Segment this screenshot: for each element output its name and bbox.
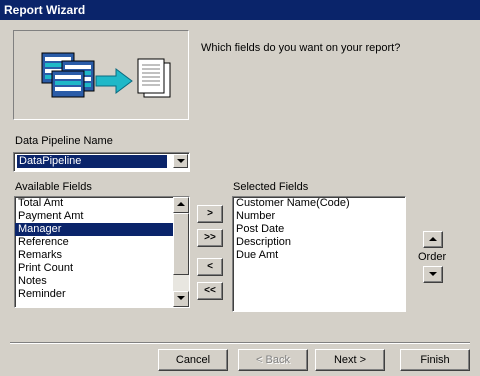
list-item[interactable]: Payment Amt xyxy=(15,210,189,223)
remove-field-button[interactable]: < xyxy=(197,258,223,276)
add-field-button[interactable]: > xyxy=(197,205,223,223)
remove-all-fields-button[interactable]: << xyxy=(197,282,223,300)
wizard-question: Which fields do you want on your report? xyxy=(201,42,401,54)
title-bar: Report Wizard xyxy=(0,0,480,20)
list-item-selected[interactable]: Manager xyxy=(15,223,189,236)
list-item[interactable]: Print Count xyxy=(15,262,189,275)
list-item[interactable]: Post Date xyxy=(233,223,405,236)
scroll-thumb[interactable] xyxy=(173,213,189,275)
scroll-up-icon xyxy=(177,202,185,206)
selected-fields-list[interactable]: Customer Name(Code) Number Post Date Des… xyxy=(232,196,406,312)
list-item[interactable]: Reference xyxy=(15,236,189,249)
arrow-up-icon xyxy=(429,237,437,241)
list-item[interactable]: Number xyxy=(233,210,405,223)
wizard-illustration xyxy=(13,30,189,120)
pipeline-dropdown-button[interactable] xyxy=(173,154,188,168)
scroll-up-button[interactable] xyxy=(173,197,189,213)
list-item[interactable]: Customer Name(Code) xyxy=(233,197,405,210)
list-item[interactable]: Description xyxy=(233,236,405,249)
list-item[interactable]: Remarks xyxy=(15,249,189,262)
data-to-report-icon xyxy=(41,52,171,98)
pipeline-label: Data Pipeline Name xyxy=(15,135,113,147)
finish-button[interactable]: Finish xyxy=(400,349,470,371)
list-item[interactable]: Reminder xyxy=(15,288,189,301)
available-fields-label: Available Fields xyxy=(15,181,92,193)
arrow-down-icon xyxy=(429,272,437,276)
add-all-fields-button[interactable]: >> xyxy=(197,229,223,247)
selected-fields-label: Selected Fields xyxy=(233,181,309,193)
order-label: Order xyxy=(418,251,447,263)
back-button: < Back xyxy=(238,349,308,371)
list-item[interactable]: Notes xyxy=(15,275,189,288)
move-down-button[interactable] xyxy=(423,266,443,283)
report-wizard-window: Report Wizard Which fields do you want o… xyxy=(0,0,480,376)
cancel-button[interactable]: Cancel xyxy=(158,349,228,371)
scroll-down-button[interactable] xyxy=(173,291,189,307)
scroll-down-icon xyxy=(177,296,185,300)
pipeline-value: DataPipeline xyxy=(17,155,167,168)
available-fields-list[interactable]: Total Amt Payment Amt Manager Reference … xyxy=(14,196,190,308)
list-item[interactable]: Total Amt xyxy=(15,197,189,210)
move-up-button[interactable] xyxy=(423,231,443,248)
chevron-down-icon xyxy=(177,159,185,163)
pipeline-select[interactable]: DataPipeline xyxy=(13,152,190,172)
window-title: Report Wizard xyxy=(4,3,86,17)
available-scrollbar[interactable] xyxy=(173,197,189,307)
next-button[interactable]: Next > xyxy=(315,349,385,371)
list-item[interactable]: Due Amt xyxy=(233,249,405,262)
footer-separator xyxy=(10,342,470,344)
